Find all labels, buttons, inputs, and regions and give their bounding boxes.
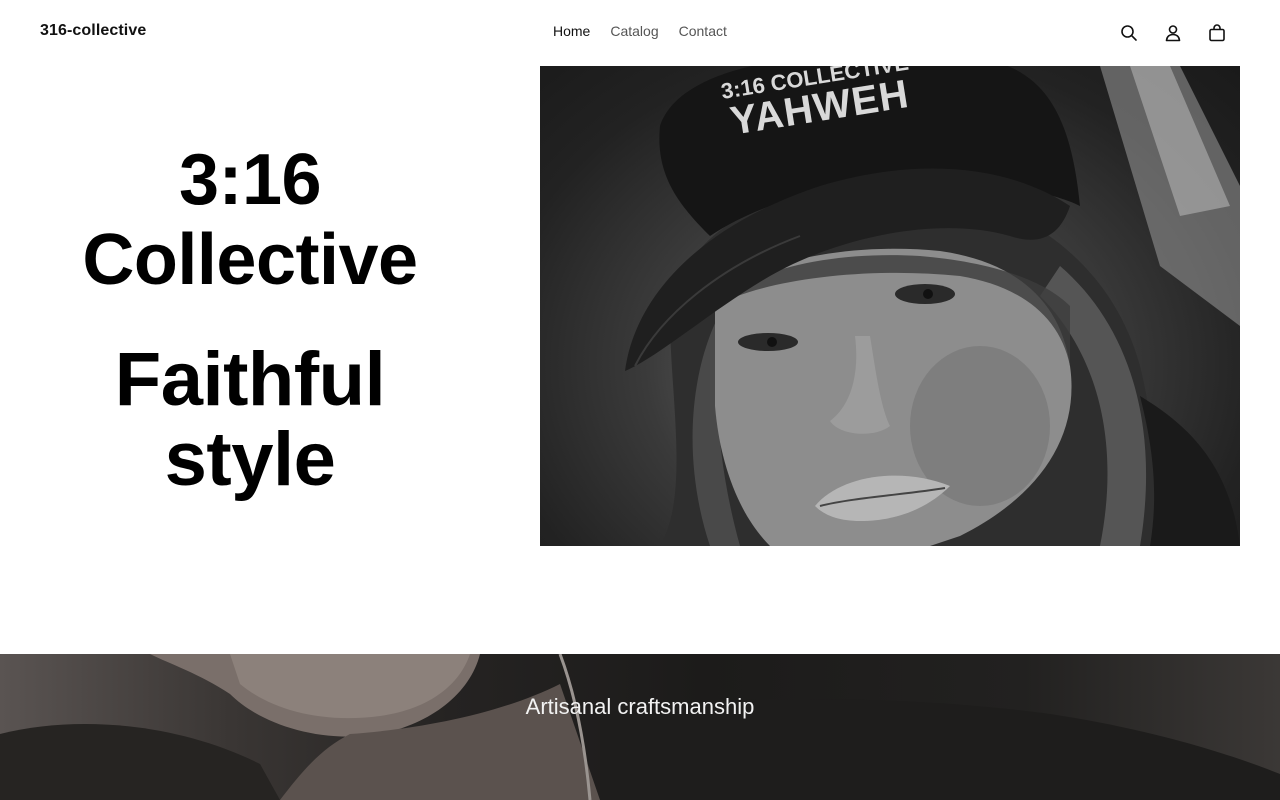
banner-title: Artisanal craftsmanship [525, 694, 755, 719]
hero-photo-portrait [625, 66, 1240, 546]
hero-subtitle: Faithful style [114, 337, 386, 502]
hero-title: 3:16 Collective [82, 140, 418, 300]
account-button[interactable] [1160, 20, 1186, 46]
search-button[interactable] [1116, 20, 1142, 46]
banner-background-photo [0, 654, 1280, 800]
craftsmanship-banner: Artisanal craftsmanship [0, 654, 1280, 800]
main-nav: Home Catalog Contact [553, 23, 727, 39]
hero-text-block: 3:16 Collective Faithful style [40, 140, 460, 500]
header-icons [1116, 20, 1230, 46]
site-header: 316-collective Home Catalog Contact [0, 0, 1280, 66]
search-icon [1121, 25, 1137, 41]
cart-icon [1209, 24, 1225, 42]
nav-item-contact[interactable]: Contact [679, 23, 727, 39]
cart-button[interactable] [1204, 20, 1230, 46]
nav-item-catalog[interactable]: Catalog [610, 23, 658, 39]
hero-image: 3:16 COLLECTIVE YAHWEH [540, 66, 1240, 546]
brand-logo-link[interactable]: 316-collective [40, 22, 146, 40]
nav-item-home[interactable]: Home [553, 23, 590, 39]
account-icon [1165, 25, 1181, 42]
